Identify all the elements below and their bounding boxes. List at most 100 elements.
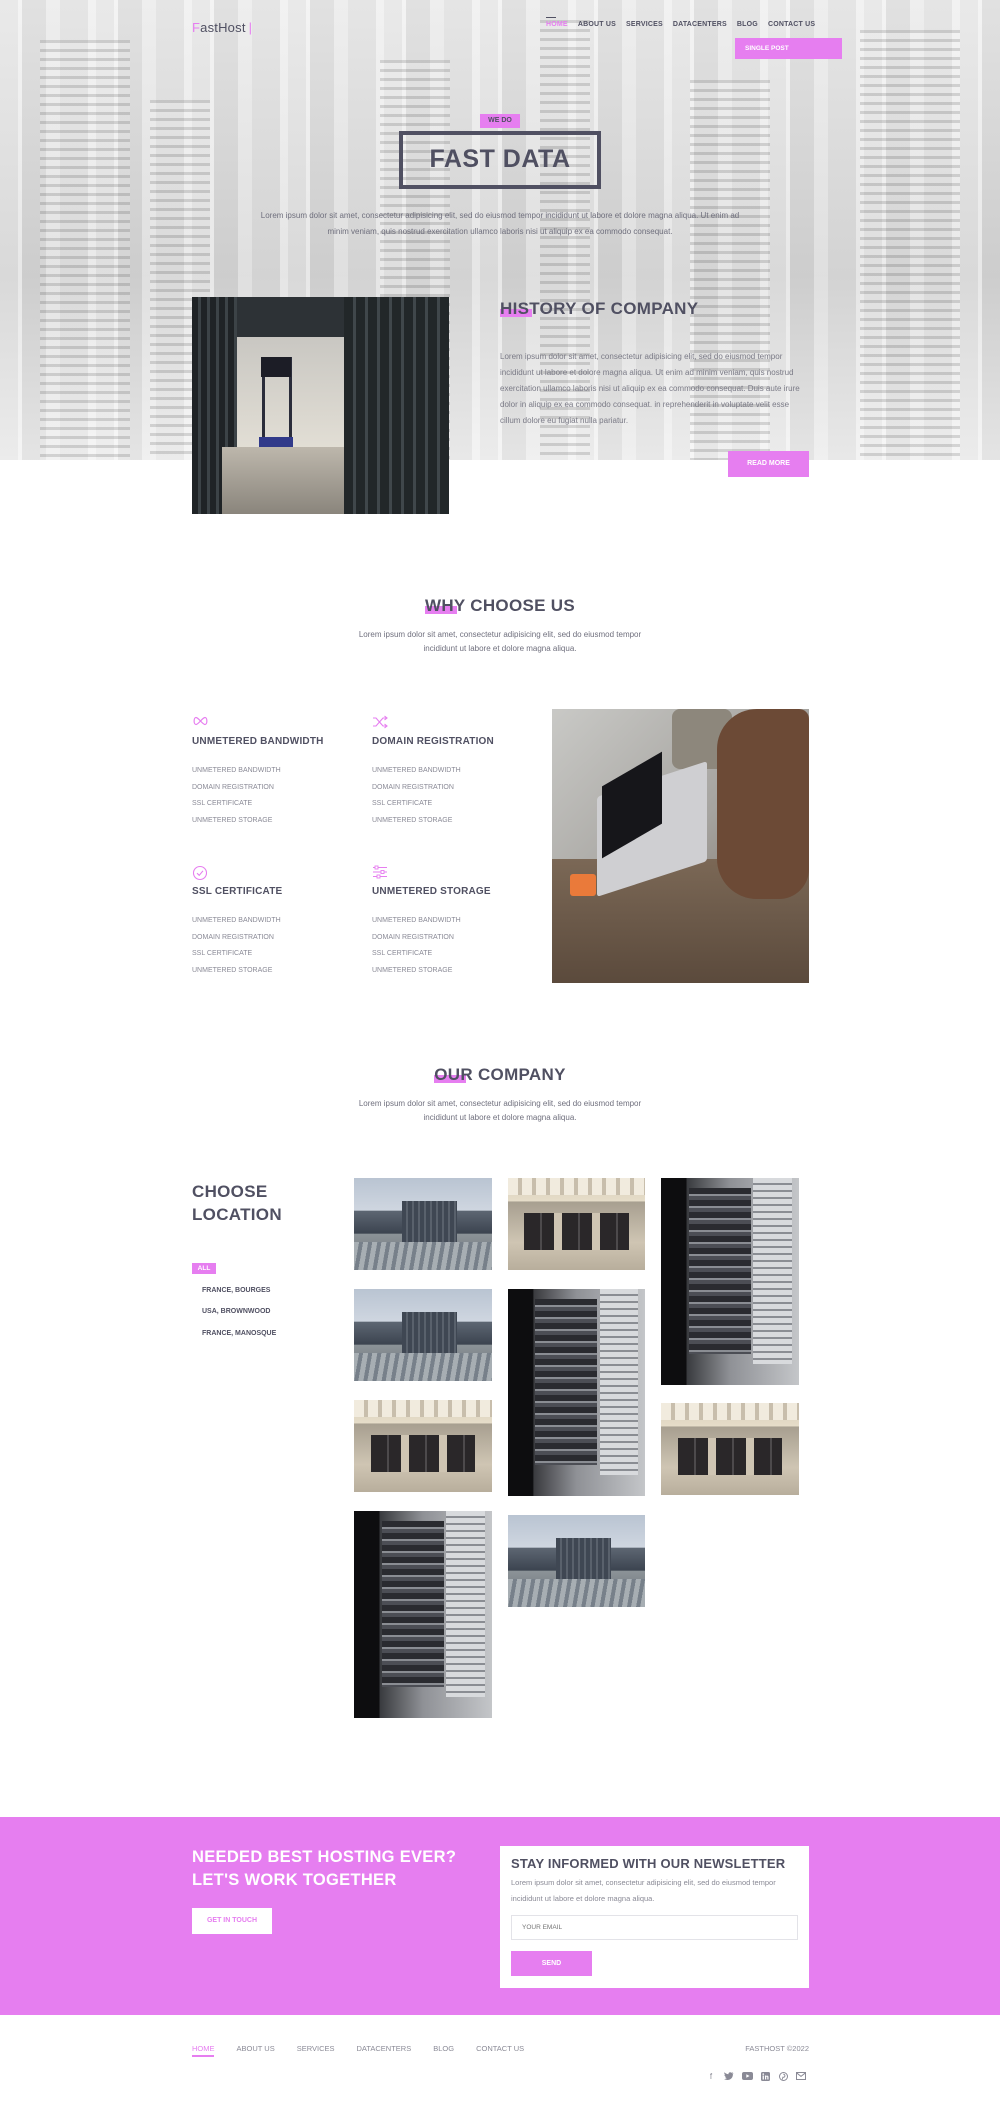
feature-title: DOMAIN REGISTRATION bbox=[372, 736, 494, 747]
nav-datacenters[interactable]: DATACENTERS bbox=[673, 21, 727, 28]
feature-list-item: DOMAIN REGISTRATION bbox=[372, 783, 454, 791]
newsletter-text: Lorem ipsum dolor sit amet, consectetur … bbox=[511, 1878, 776, 1903]
logo-bar: | bbox=[248, 20, 253, 35]
feature-list-item: SSL CERTIFICATE bbox=[192, 950, 253, 957]
site-logo[interactable]: FastHost | bbox=[192, 20, 252, 35]
why-title: WHY CHOOSE US bbox=[425, 596, 575, 615]
feature-card: SSL CERTIFICATE UNMETERED BANDWIDTH DOMA… bbox=[192, 865, 367, 979]
company-text: Lorem ipsum dolor sit amet, consectetur … bbox=[358, 1099, 642, 1122]
gallery-image[interactable] bbox=[508, 1515, 645, 1607]
filter-location-manosque[interactable]: FRANCE, MANOSQUE bbox=[202, 1330, 276, 1337]
feature-list-item: DOMAIN REGISTRATION bbox=[372, 933, 454, 941]
nav-services[interactable]: SERVICES bbox=[626, 21, 663, 28]
nav-home[interactable]: HOME bbox=[546, 17, 568, 28]
feature-title: UNMETERED BANDWIDTH bbox=[192, 736, 324, 747]
logo-text: astHost bbox=[200, 20, 246, 35]
building-shape bbox=[40, 40, 130, 460]
footer-nav-about[interactable]: ABOUT US bbox=[237, 2044, 275, 2053]
building-shape bbox=[860, 30, 960, 460]
feature-card: UNMETERED STORAGE UNMETERED BANDWIDTH DO… bbox=[372, 865, 547, 979]
choose-line: LOCATION bbox=[192, 1205, 282, 1224]
facebook-icon[interactable]: f bbox=[706, 2072, 716, 2082]
feature-list-item: UNMETERED BANDWIDTH bbox=[192, 917, 281, 924]
email-field[interactable] bbox=[511, 1915, 798, 1940]
copyright: FASTHOST ©2022 bbox=[745, 2044, 809, 2053]
feature-title: UNMETERED STORAGE bbox=[372, 886, 491, 897]
hero-text: Lorem ipsum dolor sit amet, consectetur … bbox=[260, 211, 740, 236]
feature-list-item: UNMETERED BANDWIDTH bbox=[372, 767, 461, 774]
feature-list-item: UNMETERED STORAGE bbox=[192, 966, 273, 974]
choose-line: CHOOSE bbox=[192, 1182, 268, 1201]
choose-location-title: CHOOSE LOCATION bbox=[192, 1180, 282, 1226]
gallery-image[interactable] bbox=[508, 1178, 645, 1270]
feature-list-item: DOMAIN REGISTRATION bbox=[192, 783, 274, 791]
infinity-icon bbox=[192, 715, 208, 729]
feature-list-item: UNMETERED STORAGE bbox=[372, 966, 453, 974]
gallery-image[interactable] bbox=[661, 1403, 799, 1495]
nav-about[interactable]: ABOUT US bbox=[578, 21, 616, 28]
cta-title: NEEDED BEST HOSTING EVER? LET'S WORK TOG… bbox=[192, 1846, 456, 1892]
feature-card: DOMAIN REGISTRATION UNMETERED BANDWIDTH … bbox=[372, 715, 547, 829]
gallery-image[interactable] bbox=[354, 1289, 492, 1381]
woman-laptop-photo bbox=[552, 709, 809, 983]
main-nav: HOME ABOUT US SERVICES DATACENTERS BLOG … bbox=[546, 17, 815, 28]
gallery-image[interactable] bbox=[508, 1289, 645, 1496]
gallery-image[interactable] bbox=[661, 1178, 799, 1385]
get-in-touch-button[interactable]: GET IN TOUCH bbox=[192, 1908, 272, 1934]
floor bbox=[222, 447, 352, 514]
shuffle-icon bbox=[372, 715, 388, 729]
single-post-button[interactable]: SINGLE POST bbox=[735, 38, 842, 59]
feature-title: SSL CERTIFICATE bbox=[192, 886, 283, 897]
footer-nav-services[interactable]: SERVICES bbox=[297, 2044, 335, 2053]
gallery-image[interactable] bbox=[354, 1178, 492, 1270]
history-title: HISTORY OF COMPANY bbox=[500, 299, 699, 318]
logo-initial: F bbox=[192, 20, 201, 35]
hero-title: FAST DATA bbox=[429, 145, 571, 173]
feature-list-item: DOMAIN REGISTRATION bbox=[192, 933, 274, 941]
footer-nav-blog[interactable]: BLOG bbox=[433, 2044, 454, 2053]
cta-line: LET'S WORK TOGETHER bbox=[192, 1871, 397, 1889]
feature-list: UNMETERED BANDWIDTH DOMAIN REGISTRATION … bbox=[192, 913, 367, 979]
social-links: f bbox=[706, 2072, 806, 2082]
history-text: Lorem ipsum dolor sit amet, consectetur … bbox=[500, 352, 800, 425]
feature-list-item: SSL CERTIFICATE bbox=[372, 800, 433, 807]
gallery-image[interactable] bbox=[354, 1400, 492, 1492]
person bbox=[717, 709, 809, 899]
email-icon[interactable] bbox=[796, 2072, 806, 2082]
feature-card: UNMETERED BANDWIDTH UNMETERED BANDWIDTH … bbox=[192, 715, 367, 829]
datacenter-photo bbox=[192, 297, 449, 514]
nav-blog[interactable]: BLOG bbox=[737, 21, 758, 28]
pinterest-icon[interactable] bbox=[778, 2072, 788, 2082]
rack-wall bbox=[344, 297, 449, 514]
send-button[interactable]: SEND bbox=[511, 1951, 592, 1976]
feature-list-item: SSL CERTIFICATE bbox=[192, 800, 253, 807]
feature-list: UNMETERED BANDWIDTH DOMAIN REGISTRATION … bbox=[372, 763, 547, 829]
linkedin-icon[interactable] bbox=[760, 2072, 770, 2082]
feature-list-item: UNMETERED BANDWIDTH bbox=[372, 917, 461, 924]
filter-all[interactable]: ALL bbox=[192, 1263, 216, 1274]
feature-list-item: UNMETERED STORAGE bbox=[192, 816, 273, 824]
filter-location-bourges[interactable]: FRANCE, BOURGES bbox=[202, 1287, 270, 1294]
feature-list: UNMETERED BANDWIDTH DOMAIN REGISTRATION … bbox=[372, 913, 547, 979]
feature-list-item: UNMETERED BANDWIDTH bbox=[192, 767, 281, 774]
feature-list-item: SSL CERTIFICATE bbox=[372, 950, 433, 957]
sliders-icon bbox=[372, 865, 388, 879]
feature-list: UNMETERED BANDWIDTH DOMAIN REGISTRATION … bbox=[192, 763, 367, 829]
footer-nav: HOME ABOUT US SERVICES DATACENTERS BLOG … bbox=[192, 2044, 524, 2057]
read-more-button[interactable]: READ MORE bbox=[728, 451, 809, 477]
cta-line: NEEDED BEST HOSTING EVER? bbox=[192, 1848, 457, 1866]
footer-nav-contact[interactable]: CONTACT US bbox=[476, 2044, 524, 2053]
equipment-cart bbox=[259, 357, 293, 447]
why-text: Lorem ipsum dolor sit amet, consectetur … bbox=[358, 630, 642, 653]
nav-contact[interactable]: CONTACT US bbox=[768, 21, 815, 28]
hero-tag: WE DO bbox=[480, 114, 520, 128]
filter-location-brownwood[interactable]: USA, BROWNWOOD bbox=[202, 1308, 270, 1315]
newsletter-title: STAY INFORMED WITH OUR NEWSLETTER bbox=[511, 1856, 786, 1871]
youtube-icon[interactable] bbox=[742, 2072, 753, 2082]
footer-nav-home[interactable]: HOME bbox=[192, 2044, 215, 2057]
hard-drive bbox=[570, 874, 596, 896]
gallery-image[interactable] bbox=[354, 1511, 492, 1718]
twitter-icon[interactable] bbox=[724, 2072, 734, 2082]
company-title: OUR COMPANY bbox=[434, 1065, 566, 1084]
footer-nav-datacenters[interactable]: DATACENTERS bbox=[357, 2044, 412, 2053]
